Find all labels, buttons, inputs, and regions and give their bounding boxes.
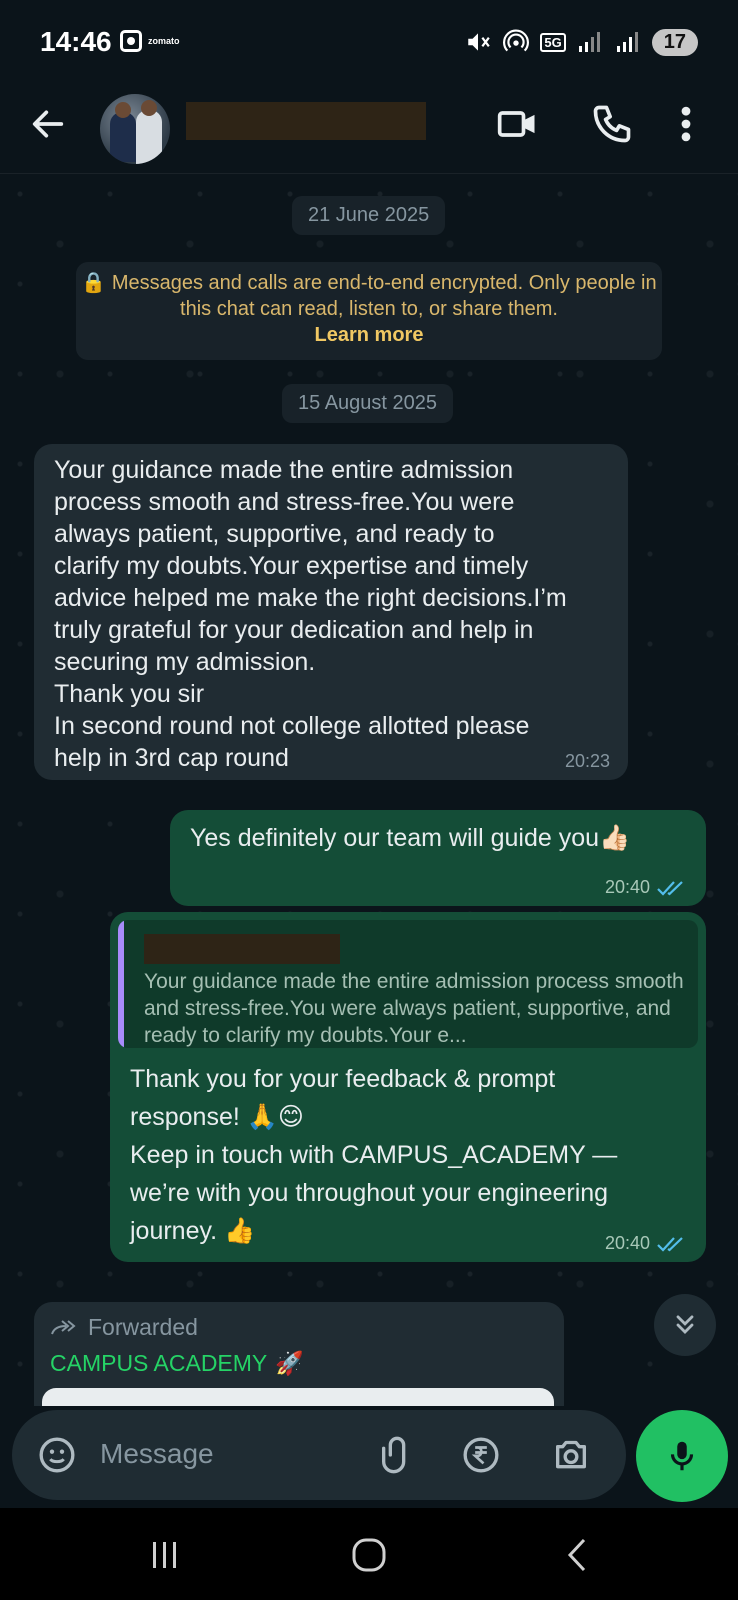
incoming-message[interactable]: Your guidance made the entire admission … xyxy=(34,444,628,780)
more-vert-icon[interactable] xyxy=(670,102,702,146)
rupee-payment-icon[interactable] xyxy=(458,1432,504,1478)
signal-icon-1 xyxy=(576,28,604,56)
phone-icon[interactable] xyxy=(590,102,634,146)
quoted-text: Your guidance made the entire admission … xyxy=(144,970,684,1047)
status-icons: 5G 17 xyxy=(464,28,698,56)
outgoing-message[interactable]: Yes definitely our team will guide you👍🏻… xyxy=(170,810,706,906)
date-chip: 21 June 2025 xyxy=(292,196,446,235)
chat-header xyxy=(0,84,738,174)
zomato-notification-icon: zomato xyxy=(120,30,180,52)
rocket-icon: 🚀 xyxy=(275,1351,304,1377)
scroll-down-button[interactable] xyxy=(654,1294,716,1356)
forwarded-message[interactable]: Forwarded CAMPUS ACADEMY 🚀 xyxy=(34,1302,564,1406)
double-chevron-down-icon xyxy=(676,1315,694,1334)
message-text: Your guidance made the entire admission … xyxy=(54,456,567,772)
quoted-message[interactable]: Your guidance made the entire admission … xyxy=(118,920,698,1048)
mic-icon xyxy=(670,1441,694,1471)
battery-indicator: 17 xyxy=(651,28,698,56)
sticker-icon[interactable] xyxy=(34,1432,80,1478)
attach-icon[interactable] xyxy=(374,1432,420,1478)
read-ticks-icon xyxy=(657,880,683,896)
mute-icon xyxy=(464,28,492,56)
outgoing-reply-message[interactable]: Your guidance made the entire admission … xyxy=(110,912,706,1262)
hotspot-icon xyxy=(502,28,530,56)
status-bar: 14:46 zomato 5G 17 xyxy=(0,0,738,84)
message-time: 20:40 xyxy=(605,877,688,898)
encryption-text: Messages and calls are end-to-end encryp… xyxy=(111,272,657,320)
message-time: 20:40 xyxy=(605,1233,688,1254)
zomato-label: zomato xyxy=(148,36,180,46)
message-time: 20:23 xyxy=(564,751,610,771)
system-navigation-bar xyxy=(0,1508,738,1600)
message-text: Thank you for your feedback & prompt res… xyxy=(130,1065,618,1245)
recents-icon[interactable] xyxy=(140,1530,190,1580)
network-5g-icon: 5G xyxy=(540,28,566,56)
read-ticks-icon xyxy=(657,1236,683,1252)
learn-more-link[interactable]: Learn more xyxy=(76,322,662,348)
message-composer: Message xyxy=(0,1406,738,1508)
camera-icon[interactable] xyxy=(548,1432,594,1478)
forwarded-sender[interactable]: CAMPUS ACADEMY 🚀 xyxy=(50,1350,304,1377)
back-arrow-icon[interactable] xyxy=(28,104,68,144)
message-text: Yes definitely our team will guide you👍🏻 xyxy=(190,824,631,852)
message-input[interactable]: Message xyxy=(12,1410,626,1500)
quoted-sender-redacted xyxy=(144,934,340,964)
message-placeholder: Message xyxy=(100,1438,214,1469)
home-icon[interactable] xyxy=(344,1530,394,1580)
encryption-notice[interactable]: 🔒 Messages and calls are end-to-end encr… xyxy=(76,262,662,360)
back-nav-icon[interactable] xyxy=(552,1530,602,1580)
voice-message-button[interactable] xyxy=(636,1410,728,1502)
status-time: 14:46 xyxy=(40,26,112,57)
chat-messages[interactable]: 21 June 2025 🔒 Messages and calls are en… xyxy=(0,174,738,1406)
signal-icon-2 xyxy=(614,28,642,56)
contact-name-redacted[interactable] xyxy=(186,102,426,140)
network-label: 5G xyxy=(540,32,566,52)
forward-icon xyxy=(51,1319,76,1334)
forwarded-label: Forwarded xyxy=(50,1314,198,1341)
forwarded-preview[interactable] xyxy=(42,1388,554,1406)
date-chip: 15 August 2025 xyxy=(282,384,454,423)
video-call-icon[interactable] xyxy=(496,102,540,146)
contact-avatar[interactable] xyxy=(100,94,170,164)
lock-icon: 🔒 xyxy=(81,272,107,294)
